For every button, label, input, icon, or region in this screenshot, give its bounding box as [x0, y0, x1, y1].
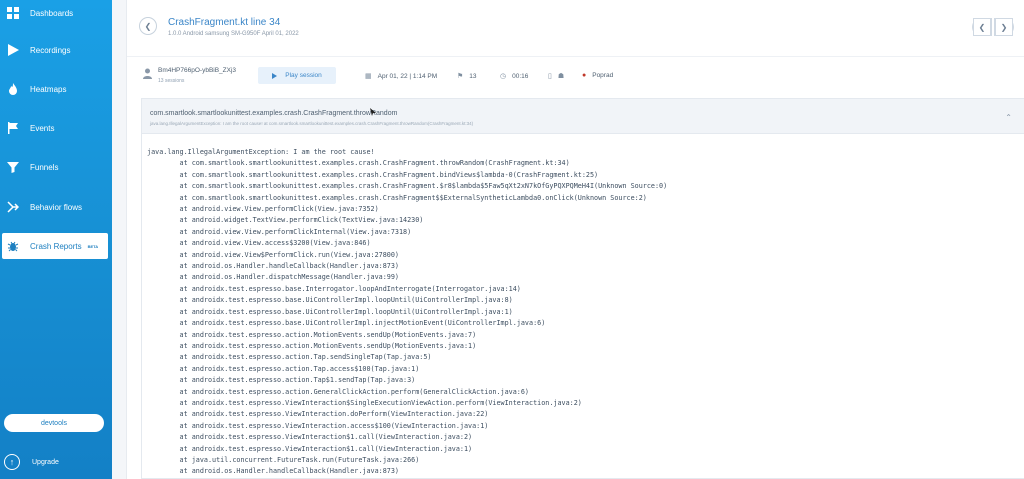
sidebar: Dashboards Recordings Heatmaps Events Fu…: [0, 0, 112, 479]
page-subtitle: 1.0.0 Android samsung SM-G950F April 01,…: [168, 31, 299, 37]
sidebar-item-heatmaps[interactable]: Heatmaps: [0, 76, 112, 102]
funnel-icon: [6, 160, 20, 174]
sidebar-item-dashboards[interactable]: Dashboards: [0, 0, 112, 26]
chevron-up-icon[interactable]: ⌃: [1005, 113, 1012, 122]
location-value: Poprad: [592, 72, 614, 79]
sidebar-item-events[interactable]: Events: [0, 115, 112, 141]
arrow-up-icon: ↑: [4, 454, 20, 470]
session-location: ● Poprad: [582, 72, 613, 79]
crash-message: java.lang.IllegalArgumentException: I am…: [150, 121, 474, 126]
sidebar-item-label: Heatmaps: [30, 84, 67, 94]
beta-badge: BETA: [87, 243, 99, 249]
pager: ❮ ❯: [972, 18, 1014, 36]
user-icon: [143, 68, 152, 79]
session-device: ▯ ☗: [548, 72, 570, 80]
play-icon: [272, 72, 278, 79]
mouse-cursor-icon: [370, 108, 376, 116]
calendar-icon: ▦: [365, 73, 372, 80]
devtools-button[interactable]: devtools: [4, 414, 104, 432]
chevron-right-icon: ❯: [995, 18, 1013, 36]
stacktrace-text: java.lang.IllegalArgumentException: I am…: [147, 148, 668, 476]
sidebar-item-label: Funnels: [30, 162, 59, 172]
chevron-left-icon: ❮: [144, 21, 152, 31]
stacktrace-panel: java.lang.IllegalArgumentException: I am…: [141, 134, 1024, 479]
session-datetime: ▦ Apr 01, 22 | 1:14 PM: [365, 72, 438, 81]
play-icon: [6, 43, 20, 57]
session-count: 13 sessions: [158, 78, 185, 84]
sidebar-item-funnels[interactable]: Funnels: [0, 154, 112, 180]
sidebar-item-label: Dashboards: [30, 8, 74, 18]
upgrade-label: Upgrade: [32, 458, 59, 466]
sidebar-item-label: Events: [30, 123, 55, 133]
crash-header[interactable]: com.smartlook.smartlookunittest.examples…: [141, 98, 1024, 134]
chevron-left-icon: ❮: [973, 18, 991, 36]
previous-button[interactable]: ❮: [972, 18, 992, 36]
visitor-id[interactable]: Bm4HP766pO-ybBiB_ZXj3: [158, 67, 236, 74]
duration-value: 00:16: [512, 72, 529, 80]
play-session-label: Play session: [285, 72, 322, 79]
android-icon: ☗: [557, 73, 565, 80]
back-button[interactable]: ❮: [139, 17, 157, 35]
stopwatch-icon: ◷: [500, 73, 507, 80]
bug-icon: [6, 239, 20, 253]
sidebar-item-behavior-flows[interactable]: Behavior flows: [0, 194, 112, 220]
flag-icon: [6, 121, 20, 135]
sidebar-item-label: Recordings: [30, 45, 71, 55]
flows-icon: [6, 200, 20, 214]
next-button[interactable]: ❯: [994, 18, 1014, 36]
sidebar-item-label: Crash Reports: [30, 241, 82, 251]
session-events: ⚑ 13: [457, 72, 477, 81]
sidebar-item-recordings[interactable]: Recordings: [0, 37, 112, 63]
sidebar-item-label: Behavior flows: [30, 202, 83, 212]
phone-icon: ▯: [548, 73, 552, 80]
datetime-value: Apr 01, 22 | 1:14 PM: [377, 72, 438, 80]
session-duration: ◷ 00:16: [500, 72, 529, 81]
location-flag-icon: ●: [582, 72, 587, 79]
flag-icon: ⚑: [457, 73, 464, 80]
flame-icon: [6, 82, 20, 96]
main-area: ❮ CrashFragment.kt line 34 1.0.0 Android…: [112, 0, 1024, 479]
upgrade-link[interactable]: ↑ Upgrade: [4, 454, 59, 470]
divider: [127, 56, 1024, 57]
dashboards-icon: [6, 6, 20, 20]
crash-detail-panel: ❮ CrashFragment.kt line 34 1.0.0 Android…: [126, 0, 1024, 479]
sidebar-item-crash-reports[interactable]: Crash Reports BETA: [2, 233, 108, 259]
page-title: CrashFragment.kt line 34: [168, 17, 281, 28]
crash-name: com.smartlook.smartlookunittest.examples…: [150, 110, 398, 117]
events-value: 13: [469, 72, 477, 80]
play-session-button[interactable]: Play session: [258, 67, 336, 84]
